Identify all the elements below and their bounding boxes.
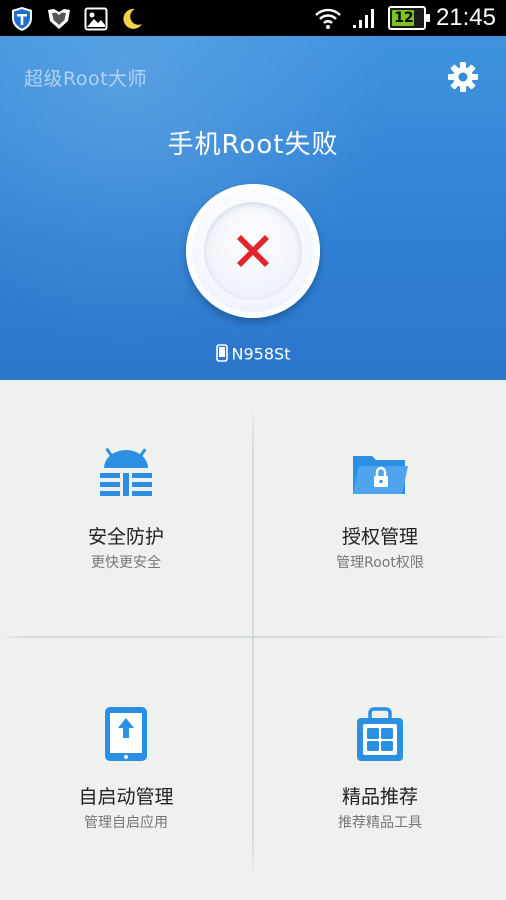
tile-subtitle: 管理Root权限 <box>336 555 424 571</box>
shield-t-icon <box>12 7 32 31</box>
tile-security-protection[interactable]: 安全防护 更快更安全 <box>0 380 252 630</box>
armor-shield-icon <box>48 9 70 29</box>
app-title: 超级Root大师 <box>24 68 148 90</box>
root-status-button[interactable] <box>186 184 320 318</box>
tile-subtitle: 推荐精品工具 <box>338 815 422 831</box>
notification-icons <box>10 6 144 32</box>
failure-x-icon <box>237 235 269 267</box>
tile-recommended-tools[interactable]: 精品推荐 推荐精品工具 <box>254 640 506 890</box>
tile-permission-management[interactable]: 授权管理 管理Root权限 <box>254 380 506 630</box>
tile-subtitle: 更快更安全 <box>91 555 161 571</box>
feature-grid: 安全防护 更快更安全 授权管理 管理Root权限 自启动管理 管理自启应用 精品… <box>0 380 506 900</box>
device-info: N958St <box>0 344 506 366</box>
android-shield-icon <box>100 447 152 496</box>
tile-title: 自启动管理 <box>78 786 174 808</box>
moon-icon <box>123 8 142 29</box>
battery-level: 12 <box>394 10 414 26</box>
signal-icon <box>352 9 374 28</box>
gallery-icon <box>84 7 108 31</box>
app-store-bag-icon <box>357 707 403 761</box>
settings-gear-icon[interactable] <box>446 60 480 94</box>
root-status-header: 超级Root大师 手机Root失败 N958St <box>0 36 506 380</box>
tile-title: 安全防护 <box>87 526 164 548</box>
grid-divider-horizontal <box>0 636 506 638</box>
tile-autostart-management[interactable]: 自启动管理 管理自启应用 <box>0 640 252 890</box>
tablet-upload-icon <box>105 707 147 761</box>
phone-icon <box>215 344 228 366</box>
battery-icon: 12 <box>387 6 430 30</box>
tile-subtitle: 管理自启应用 <box>84 815 168 831</box>
tile-title: 精品推荐 <box>341 786 418 808</box>
locked-folder-icon <box>353 456 408 494</box>
device-model: N958St <box>231 344 291 364</box>
wifi-icon <box>315 8 341 29</box>
tile-title: 授权管理 <box>341 526 418 548</box>
status-inner-disc <box>204 202 302 300</box>
status-bar: 12 21:45 <box>0 0 506 36</box>
page-title: 手机Root失败 <box>167 130 339 160</box>
clock: 21:45 <box>435 4 496 31</box>
system-indicators: 12 21:45 <box>314 4 496 32</box>
